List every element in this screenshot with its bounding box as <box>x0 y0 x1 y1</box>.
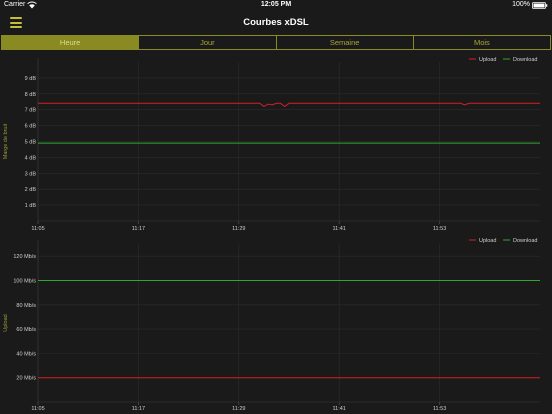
throughput-chart-svg: 20 Mb/s 40 Mb/s 60 Mb/s 80 Mb/s 100 Mb/s 120 … <box>3 238 540 412</box>
navigation-bar: Courbes xDSL <box>0 11 552 35</box>
legend-label-download: Download <box>513 238 537 244</box>
legend-label-upload: Upload <box>479 238 496 244</box>
y-tick-label: 9 dB <box>25 76 37 82</box>
noise-margin-chart-svg: 1 dB2 dB3 dB4 dB5 dB6 dB7 dB8 dB9 dB11:0… <box>3 57 540 232</box>
y-tick-label: 100 Mb/s <box>13 278 36 284</box>
y-tick-label: 3 dB <box>25 171 37 177</box>
legend-label-upload: Upload <box>479 57 496 63</box>
x-tick-label: 11:29 <box>232 406 245 412</box>
y-tick-label: 120 Mb/s <box>13 254 36 260</box>
x-tick-label: 11:41 <box>333 406 346 412</box>
period-segmented-control: Heure Jour Semaine Mois <box>1 35 551 50</box>
y-tick-label: 80 Mb/s <box>16 303 36 309</box>
y-tick-label: 40 Mb/s <box>16 351 36 357</box>
battery-icon <box>532 2 548 9</box>
x-tick-label: 11:53 <box>433 406 446 412</box>
y-tick-label: 60 Mb/s <box>16 327 36 333</box>
y-tick-label: 5 dB <box>25 140 37 146</box>
app-root: Carrier 12:05 PM 100% Courbes xDSL Heure… <box>0 0 552 414</box>
battery-percent: 100% <box>512 1 530 8</box>
x-tick-label: 11:05 <box>31 406 44 412</box>
tab-mois[interactable]: Mois <box>414 36 550 49</box>
status-time: 12:05 PM <box>260 1 292 8</box>
tab-heure[interactable]: Heure <box>2 36 140 49</box>
status-bar: Carrier 12:05 PM 100% <box>0 0 552 11</box>
y-tick-label: 1 dB <box>25 203 37 209</box>
y-tick-label: 4 dB <box>25 155 37 161</box>
y-tick-label: 2 dB <box>25 187 37 193</box>
y-axis-label: Marge de bruit <box>3 123 9 159</box>
x-tick-label: 11:17 <box>132 406 145 412</box>
tab-jour[interactable]: Jour <box>139 36 277 49</box>
tab-semaine[interactable]: Semaine <box>277 36 414 49</box>
page-title: Courbes xDSL <box>243 17 309 28</box>
y-tick-label: 20 Mb/s <box>16 376 36 382</box>
y-axis-label: Upload <box>3 314 9 331</box>
throughput-chart: 20 Mb/s 40 Mb/s 60 Mb/s 80 Mb/s 100 Mb/s 120 … <box>0 232 552 414</box>
y-tick-label: 6 dB <box>25 124 37 130</box>
y-tick-label: 8 dB <box>25 92 37 98</box>
legend-label-download: Download <box>513 57 537 63</box>
series-line-upload <box>38 102 540 108</box>
noise-margin-chart: 1 dB 2 dB 3 dB 4 dB 5 dB 6 dB 7 dB 8 dB 9 dB 11:0… <box>0 50 552 234</box>
y-tick-label: 7 dB <box>25 108 37 114</box>
